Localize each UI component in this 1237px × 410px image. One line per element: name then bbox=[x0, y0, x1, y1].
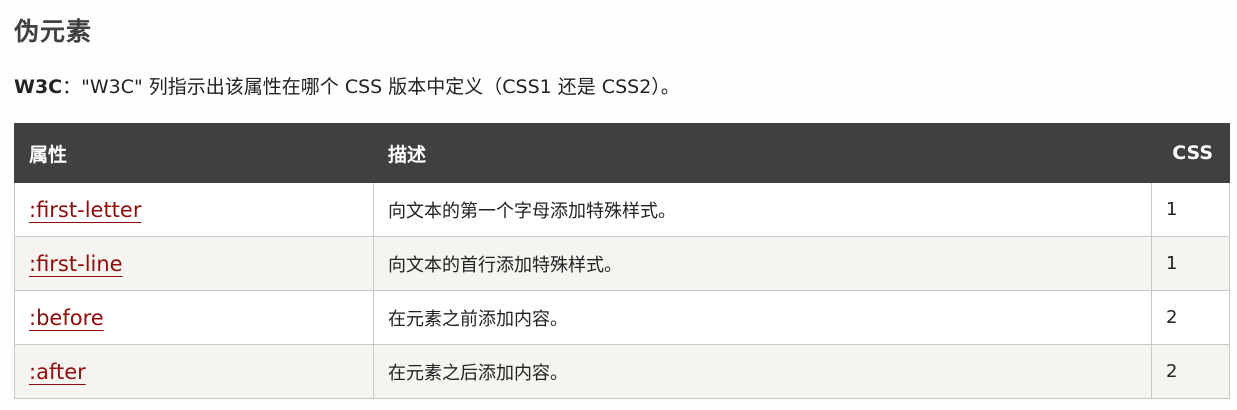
header-description: 描述 bbox=[373, 123, 1152, 183]
css-version-cell: 2 bbox=[1151, 290, 1230, 345]
table-row: :before 在元素之前添加内容。 2 bbox=[14, 290, 1230, 345]
selector-cell: :first-line bbox=[14, 236, 374, 291]
w3c-note: W3C："W3C" 列指示出该属性在哪个 CSS 版本中定义（CSS1 还是 C… bbox=[14, 72, 680, 102]
selector-link-first-line[interactable]: :first-line bbox=[29, 252, 123, 276]
selector-link-first-letter[interactable]: :first-letter bbox=[29, 198, 141, 222]
selector-link-before[interactable]: :before bbox=[29, 306, 104, 330]
pseudo-elements-table: 属性 描述 CSS :first-letter 向文本的第一个字母添加特殊样式。… bbox=[14, 123, 1230, 399]
css-version-cell: 1 bbox=[1151, 236, 1230, 291]
description-cell: 向文本的第一个字母添加特殊样式。 bbox=[373, 182, 1152, 237]
header-css: CSS bbox=[1151, 123, 1230, 183]
header-property: 属性 bbox=[14, 123, 374, 183]
w3c-note-text: ："W3C" 列指示出该属性在哪个 CSS 版本中定义（CSS1 还是 CSS2… bbox=[62, 76, 680, 98]
css-version-cell: 1 bbox=[1151, 182, 1230, 237]
description-cell: 在元素之后添加内容。 bbox=[373, 344, 1152, 399]
selector-cell: :before bbox=[14, 290, 374, 345]
description-cell: 向文本的首行添加特殊样式。 bbox=[373, 236, 1152, 291]
section-title: 伪元素 bbox=[14, 17, 93, 46]
table-row: :after 在元素之后添加内容。 2 bbox=[14, 344, 1230, 399]
table-header-row: 属性 描述 CSS bbox=[14, 123, 1230, 183]
table-row: :first-letter 向文本的第一个字母添加特殊样式。 1 bbox=[14, 182, 1230, 237]
table-row: :first-line 向文本的首行添加特殊样式。 1 bbox=[14, 236, 1230, 291]
w3c-label: W3C bbox=[14, 76, 63, 98]
description-cell: 在元素之前添加内容。 bbox=[373, 290, 1152, 345]
selector-cell: :first-letter bbox=[14, 182, 374, 237]
page: 伪元素 W3C："W3C" 列指示出该属性在哪个 CSS 版本中定义（CSS1 … bbox=[0, 0, 1237, 410]
selector-cell: :after bbox=[14, 344, 374, 399]
css-version-cell: 2 bbox=[1151, 344, 1230, 399]
selector-link-after[interactable]: :after bbox=[29, 360, 86, 384]
